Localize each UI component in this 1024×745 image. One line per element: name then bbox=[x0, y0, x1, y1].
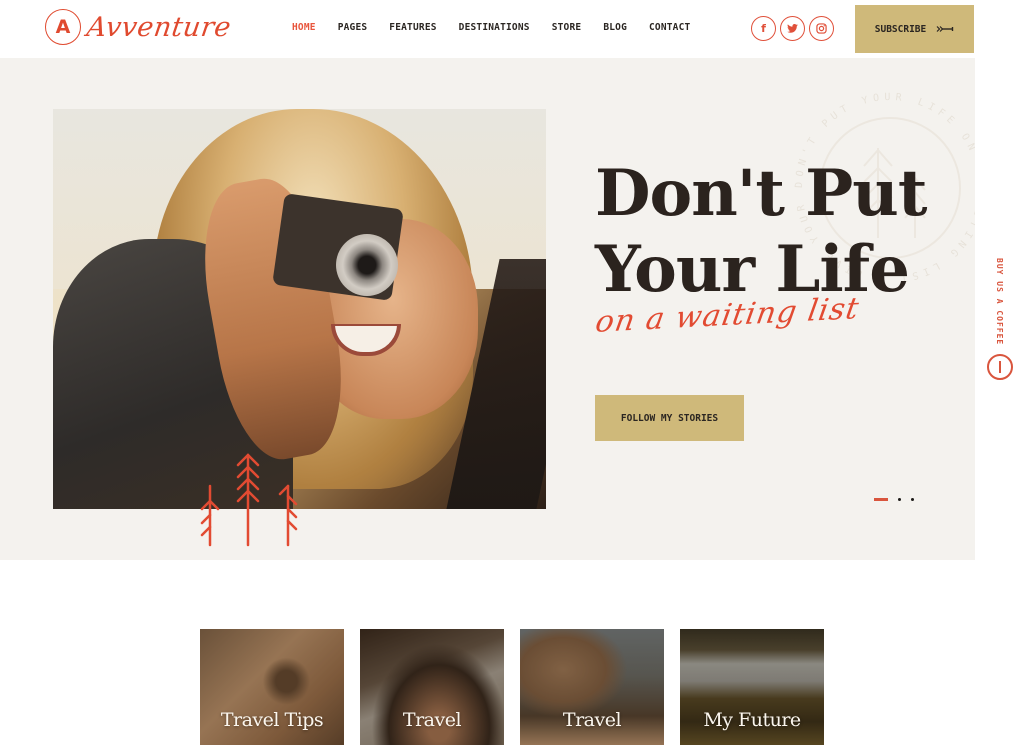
subscribe-label: SUBSCRIBE bbox=[874, 23, 927, 35]
twitter-icon[interactable] bbox=[780, 16, 805, 41]
follow-my-stories-button[interactable]: FOLLOW MY STORIES bbox=[595, 395, 744, 441]
category-card-my-future[interactable]: My Future bbox=[680, 629, 824, 745]
buy-us-a-coffee-tab[interactable]: BUY US A COFFEE bbox=[985, 258, 1015, 383]
slider-dot-3[interactable] bbox=[911, 498, 914, 501]
nav-item-features[interactable]: FEATURES bbox=[389, 22, 436, 33]
category-card-travel-2[interactable]: Travel bbox=[520, 629, 664, 745]
facebook-icon[interactable]: f bbox=[751, 16, 776, 41]
nav-item-home[interactable]: HOME bbox=[292, 22, 316, 33]
hero-title-line-1: Don't Put bbox=[595, 156, 927, 231]
nav-item-destinations[interactable]: DESTINATIONS bbox=[459, 22, 530, 33]
subscribe-button[interactable]: SUBSCRIBE bbox=[855, 5, 974, 53]
buy-us-a-coffee-label: BUY US A COFFEE bbox=[995, 258, 1004, 346]
instagram-glyph bbox=[816, 23, 827, 34]
twitter-glyph bbox=[787, 24, 798, 33]
hero-section: DON'T PUT YOUR LIFE ON A WAITING LIST · … bbox=[0, 58, 975, 560]
nav-item-store[interactable]: STORE bbox=[552, 22, 582, 33]
category-card-title: My Future bbox=[703, 709, 801, 731]
nav-item-blog[interactable]: BLOG bbox=[603, 22, 627, 33]
category-card-title: Travel bbox=[402, 709, 462, 731]
category-cards: Travel Tips Travel Travel My Future bbox=[200, 629, 824, 745]
nav-item-pages[interactable]: PAGES bbox=[338, 22, 368, 33]
hero-photo-woman-with-camera bbox=[53, 109, 546, 509]
social-links: f bbox=[751, 16, 834, 41]
slider-dot-1-active[interactable] bbox=[874, 498, 888, 501]
hero-title: Don't Put Your Life bbox=[595, 156, 927, 308]
site-header: A Avventure HOME PAGES FEATURES DESTINAT… bbox=[0, 0, 1024, 58]
category-card-travel-tips[interactable]: Travel Tips bbox=[200, 629, 344, 745]
logo-wordmark: Avventure bbox=[84, 11, 234, 43]
arrow-right-icon bbox=[936, 26, 954, 32]
category-card-title: Travel Tips bbox=[220, 709, 324, 731]
slider-pagination bbox=[874, 498, 914, 501]
category-card-title: Travel bbox=[562, 709, 622, 731]
logo-badge-icon: A bbox=[45, 9, 81, 45]
coffee-icon bbox=[987, 354, 1013, 380]
instagram-icon[interactable] bbox=[809, 16, 834, 41]
facebook-glyph: f bbox=[761, 22, 766, 35]
slider-dot-2[interactable] bbox=[898, 498, 901, 501]
main-nav: HOME PAGES FEATURES DESTINATIONS STORE B… bbox=[292, 22, 712, 33]
trees-icon bbox=[200, 453, 298, 547]
photo-lens bbox=[336, 234, 398, 296]
nav-item-contact[interactable]: CONTACT bbox=[649, 22, 690, 33]
category-card-travel[interactable]: Travel bbox=[360, 629, 504, 745]
logo[interactable]: A Avventure bbox=[45, 9, 234, 45]
